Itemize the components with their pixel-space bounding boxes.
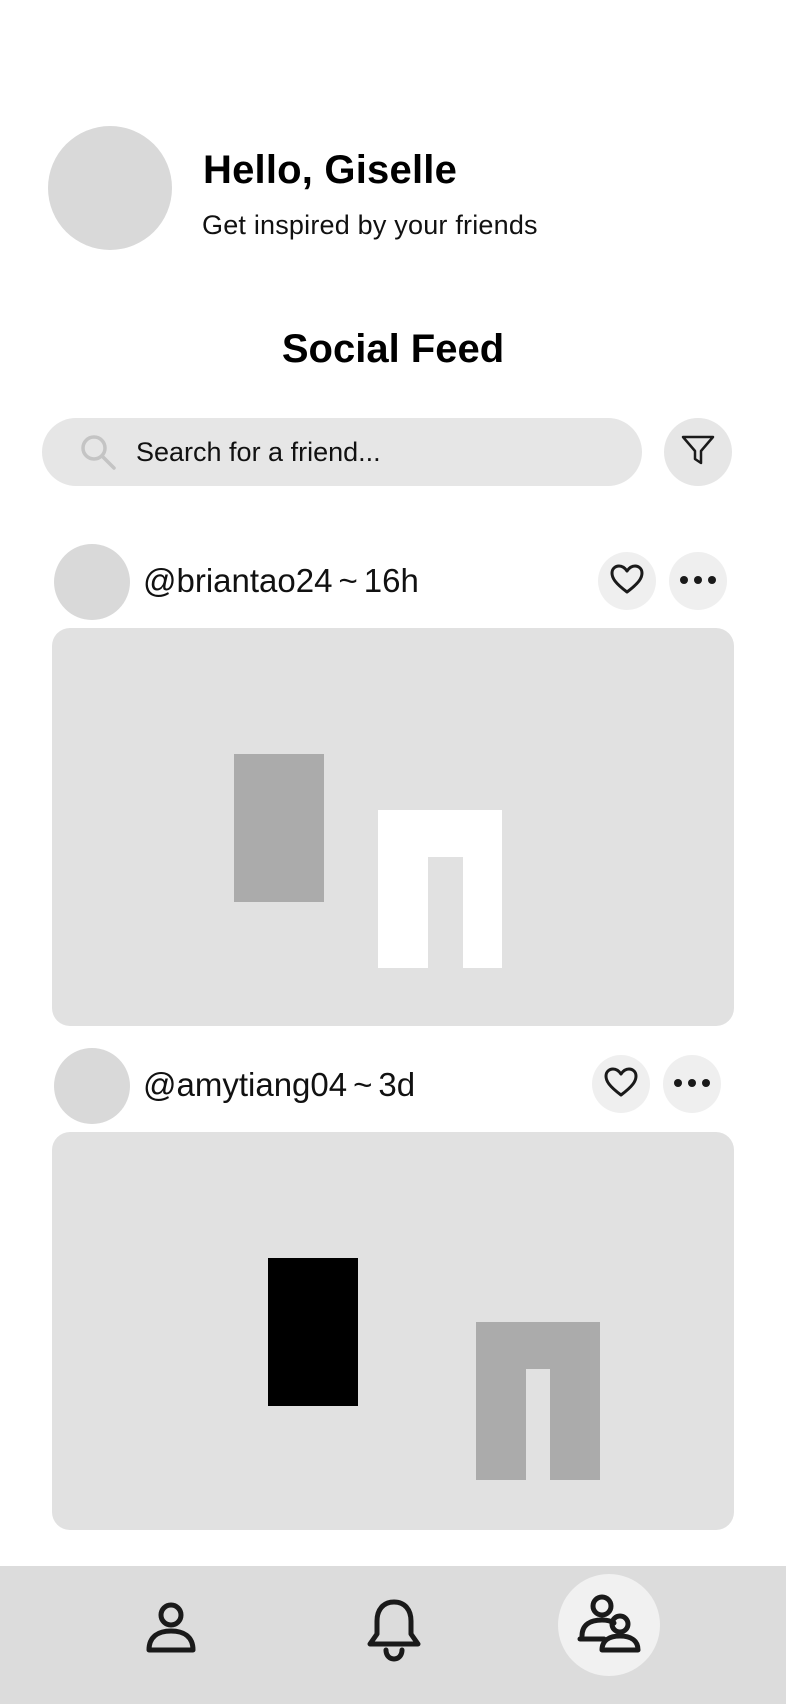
filter-icon xyxy=(680,432,716,473)
more-options-button[interactable] xyxy=(669,552,727,610)
image-placeholder-arch xyxy=(378,810,502,968)
search-icon xyxy=(78,432,120,474)
greeting-subtitle: Get inspired by your friends xyxy=(202,210,538,240)
search-bar[interactable] xyxy=(42,418,642,486)
greeting-title: Hello, Giselle xyxy=(203,148,458,192)
post-time: 16h xyxy=(363,562,419,599)
post-separator: ~ xyxy=(338,562,358,599)
post-handle[interactable]: @amytiang04 xyxy=(143,1066,347,1103)
nav-friends[interactable] xyxy=(564,1580,654,1670)
like-button[interactable] xyxy=(598,552,656,610)
profile-icon xyxy=(144,1600,198,1663)
more-options-button[interactable] xyxy=(663,1055,721,1113)
bell-icon xyxy=(365,1596,423,1667)
nav-notifications[interactable] xyxy=(349,1586,439,1676)
post-author[interactable]: @amytiang04 ~3d xyxy=(143,1066,415,1104)
post-avatar[interactable] xyxy=(54,1048,130,1124)
heart-icon xyxy=(603,1066,639,1103)
user-avatar[interactable] xyxy=(48,126,172,250)
image-placeholder-arch xyxy=(476,1322,600,1480)
post-image[interactable] xyxy=(52,1132,734,1530)
post-time: 3d xyxy=(378,1066,416,1103)
search-input[interactable] xyxy=(136,418,616,486)
post-image[interactable] xyxy=(52,628,734,1026)
post-avatar[interactable] xyxy=(54,544,130,620)
image-placeholder-rect xyxy=(234,754,324,902)
heart-icon xyxy=(609,563,645,600)
post-author[interactable]: @briantao24 ~16h xyxy=(143,562,419,600)
friends-icon xyxy=(574,1592,644,1659)
page-title: Social Feed xyxy=(281,327,505,371)
post-handle[interactable]: @briantao24 xyxy=(143,562,332,599)
bottom-nav xyxy=(0,1566,786,1704)
filter-button[interactable] xyxy=(664,418,732,486)
more-icon xyxy=(673,1075,711,1093)
like-button[interactable] xyxy=(592,1055,650,1113)
nav-profile[interactable] xyxy=(126,1586,216,1676)
image-placeholder-rect xyxy=(268,1258,358,1406)
more-icon xyxy=(679,572,717,590)
post-separator: ~ xyxy=(353,1066,373,1103)
